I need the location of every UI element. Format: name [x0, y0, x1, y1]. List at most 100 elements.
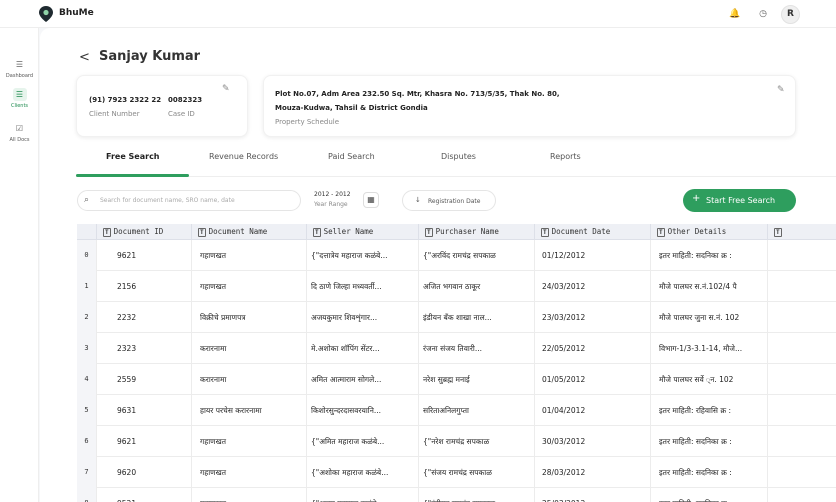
cell-document-id: 9521 [96, 488, 191, 502]
col-header-seller-name[interactable]: T Seller Name [306, 224, 418, 240]
start-free-search-label: Start Free Search [706, 196, 776, 205]
row-index: 4 [77, 364, 96, 395]
cell-other-details: इतर माहिती: सदनिका क्र : [650, 240, 767, 271]
calendar-icon[interactable]: ▦ [363, 192, 379, 208]
sidebar-item-label: All Docs [9, 137, 30, 143]
client-card: (91) 7923 2322 22 Client Number 0082323 … [76, 75, 248, 137]
cell-document-date: 22/05/2012 [534, 333, 650, 364]
cell-other-details: मौजे पालघर जुना स.नं. 102 [650, 302, 767, 333]
cell-seller-name: {"अशोका महाराज कळंबे... [306, 457, 418, 488]
cell-purchaser-name: इंडीयन बँक शाखा नाल... [418, 302, 534, 333]
bhume-logo-icon [39, 6, 53, 22]
case-id-label: Case ID [168, 110, 195, 118]
clock-icon[interactable]: ◷ [757, 8, 769, 20]
table-row[interactable]: 89521गहाणखत{"अजय महाराज कळंबे...{"इंडीयन… [77, 488, 836, 502]
cell-document-id: 2156 [96, 271, 191, 302]
cell-other-details: इतर माहिती: रहिवासि क्र : [650, 395, 767, 426]
edit-icon[interactable]: ✎ [222, 84, 230, 94]
cell-seller-name: किशोरसुन्दरदासवरयानि... [306, 395, 418, 426]
case-id: 0082323 [168, 96, 203, 104]
col-header-label: Document Date [551, 227, 611, 236]
sidebar-item-all-docs[interactable]: ☑ All Docs [0, 122, 39, 143]
docs-icon: ☑ [15, 124, 24, 133]
cell-document-name: गहाणखत [191, 488, 306, 502]
cell-extra [767, 240, 836, 271]
cell-seller-name: {"अजय महाराज कळंबे... [306, 488, 418, 502]
bell-icon[interactable]: 🔔 [729, 8, 741, 20]
arrow-down-icon: ↓ [415, 196, 421, 204]
top-bar: BhuMe 🔔 ◷ R [0, 0, 836, 28]
tab-revenue-records[interactable]: Revenue Records [209, 152, 278, 161]
page-title: Sanjay Kumar [99, 49, 201, 64]
row-index: 6 [77, 426, 96, 457]
sidebar-item-label: Dashboard [5, 73, 34, 79]
table-row[interactable]: 3 2323 करारनामा मे.अशोका शॉपिंग सेंटर... रंज… [77, 333, 836, 364]
app-name: BhuMe [59, 8, 94, 18]
cell-purchaser-name: सरिताअनिलगुप्ता [418, 395, 534, 426]
back-icon[interactable]: < [79, 50, 90, 65]
cell-document-id: 9631 [96, 395, 191, 426]
edit-icon[interactable]: ✎ [777, 85, 785, 95]
col-header-other-details[interactable]: T Other Details [650, 224, 767, 240]
property-card: Plot No.07, Adm Area 232.50 Sq. Mtr, Kha… [263, 75, 796, 137]
cell-document-date: 01/12/2012 [534, 240, 650, 271]
table-row[interactable]: 1 2156 गहाणखत दि ठाणे जिल्हा मध्यवर्ती... अज… [77, 271, 836, 302]
sidebar-item-label: Clients [10, 103, 29, 109]
cell-purchaser-name: नरेश सुब्रह्म मनाई [418, 364, 534, 395]
col-header-purchaser-name[interactable]: T Purchaser Name [418, 224, 534, 240]
dashboard-icon: ☰ [15, 60, 24, 69]
tab-reports[interactable]: Reports [550, 152, 581, 161]
cell-seller-name: {"दत्तात्रेय महाराज कळंबे... [306, 240, 418, 271]
sidebar-item-clients[interactable]: ☰ Clients [0, 88, 39, 109]
sidebar: ☰ Dashboard ☰ Clients ☑ All Docs [0, 28, 39, 502]
avatar[interactable]: R [781, 5, 800, 24]
text-type-icon: T [103, 228, 111, 237]
cell-document-name: गहाणखत [191, 426, 306, 457]
text-type-icon: T [313, 228, 321, 237]
cell-purchaser-name: {"नरेश रामचंद्र सपकाळ [418, 426, 534, 457]
client-number-label: Client Number [89, 110, 140, 118]
cell-document-id: 2323 [96, 333, 191, 364]
sort-label: Registration Date [428, 198, 481, 205]
cell-document-date: 24/03/2012 [534, 271, 650, 302]
sidebar-item-dashboard[interactable]: ☰ Dashboard [0, 58, 39, 79]
tab-paid-search[interactable]: Paid Search [328, 152, 375, 161]
cell-document-name: करारनामा [191, 364, 306, 395]
search-input[interactable]: ⌕ Search for document name, SRO name, da… [77, 190, 301, 211]
table-row[interactable]: 0 9621 गहाणखत {"दत्तात्रेय महाराज कळंबे...{… [77, 240, 836, 271]
cell-document-date: 01/05/2012 [534, 364, 650, 395]
cell-document-id: 9621 [96, 240, 191, 271]
col-header-extra[interactable]: T [767, 224, 836, 240]
col-header-label: Seller Name [323, 227, 374, 236]
tab-divider [76, 176, 836, 177]
col-header-label: Other Details [667, 227, 727, 236]
year-range[interactable]: 2012 - 2012 Year Range [314, 191, 351, 208]
tab-disputes[interactable]: Disputes [441, 152, 476, 161]
table-row[interactable]: 6 9621 गहाणखत {"अमित महाराज कळंबे... {"नरेश … [77, 426, 836, 457]
table-header: T Document ID T Document Name T Seller Name… [77, 224, 836, 240]
row-index: 5 [77, 395, 96, 426]
row-index: 7 [77, 457, 96, 488]
year-range-value: 2012 - 2012 [314, 191, 351, 198]
text-type-icon: T [425, 228, 433, 237]
cell-seller-name: मे.अशोका शॉपिंग सेंटर... [306, 333, 418, 364]
cell-extra [767, 395, 836, 426]
cell-document-id: 9620 [96, 457, 191, 488]
tab-free-search[interactable]: Free Search [106, 152, 160, 161]
text-type-icon: T [541, 228, 549, 237]
cell-extra [767, 333, 836, 364]
table-row[interactable]: 5 9631 हायर परचेस करारनामा किशोरसुन्दरदासवर… [77, 395, 836, 426]
cell-extra [767, 302, 836, 333]
sort-button[interactable]: ↓ Registration Date [402, 190, 496, 211]
table-row[interactable]: 4 2559 करारनामा अमित आत्माराम सोगले... नरेश … [77, 364, 836, 395]
row-index: 0 [77, 240, 96, 271]
start-free-search-button[interactable]: + Start Free Search [683, 189, 796, 212]
cell-extra [767, 457, 836, 488]
table-row[interactable]: 7 9620 गहाणखत {"अशोका महाराज कळंबे... {"संजय… [77, 457, 836, 488]
cell-extra [767, 426, 836, 457]
table-row[interactable]: 2 2232 विक्रीचे प्रमाणपत्र अजयकुमार शिवशृंग… [77, 302, 836, 333]
cell-other-details: मौजे पालघर सर्वे ्न. 102 [650, 364, 767, 395]
col-header-document-id[interactable]: T Document ID [96, 224, 191, 240]
col-header-document-name[interactable]: T Document Name [191, 224, 306, 240]
col-header-document-date[interactable]: T Document Date [534, 224, 650, 240]
